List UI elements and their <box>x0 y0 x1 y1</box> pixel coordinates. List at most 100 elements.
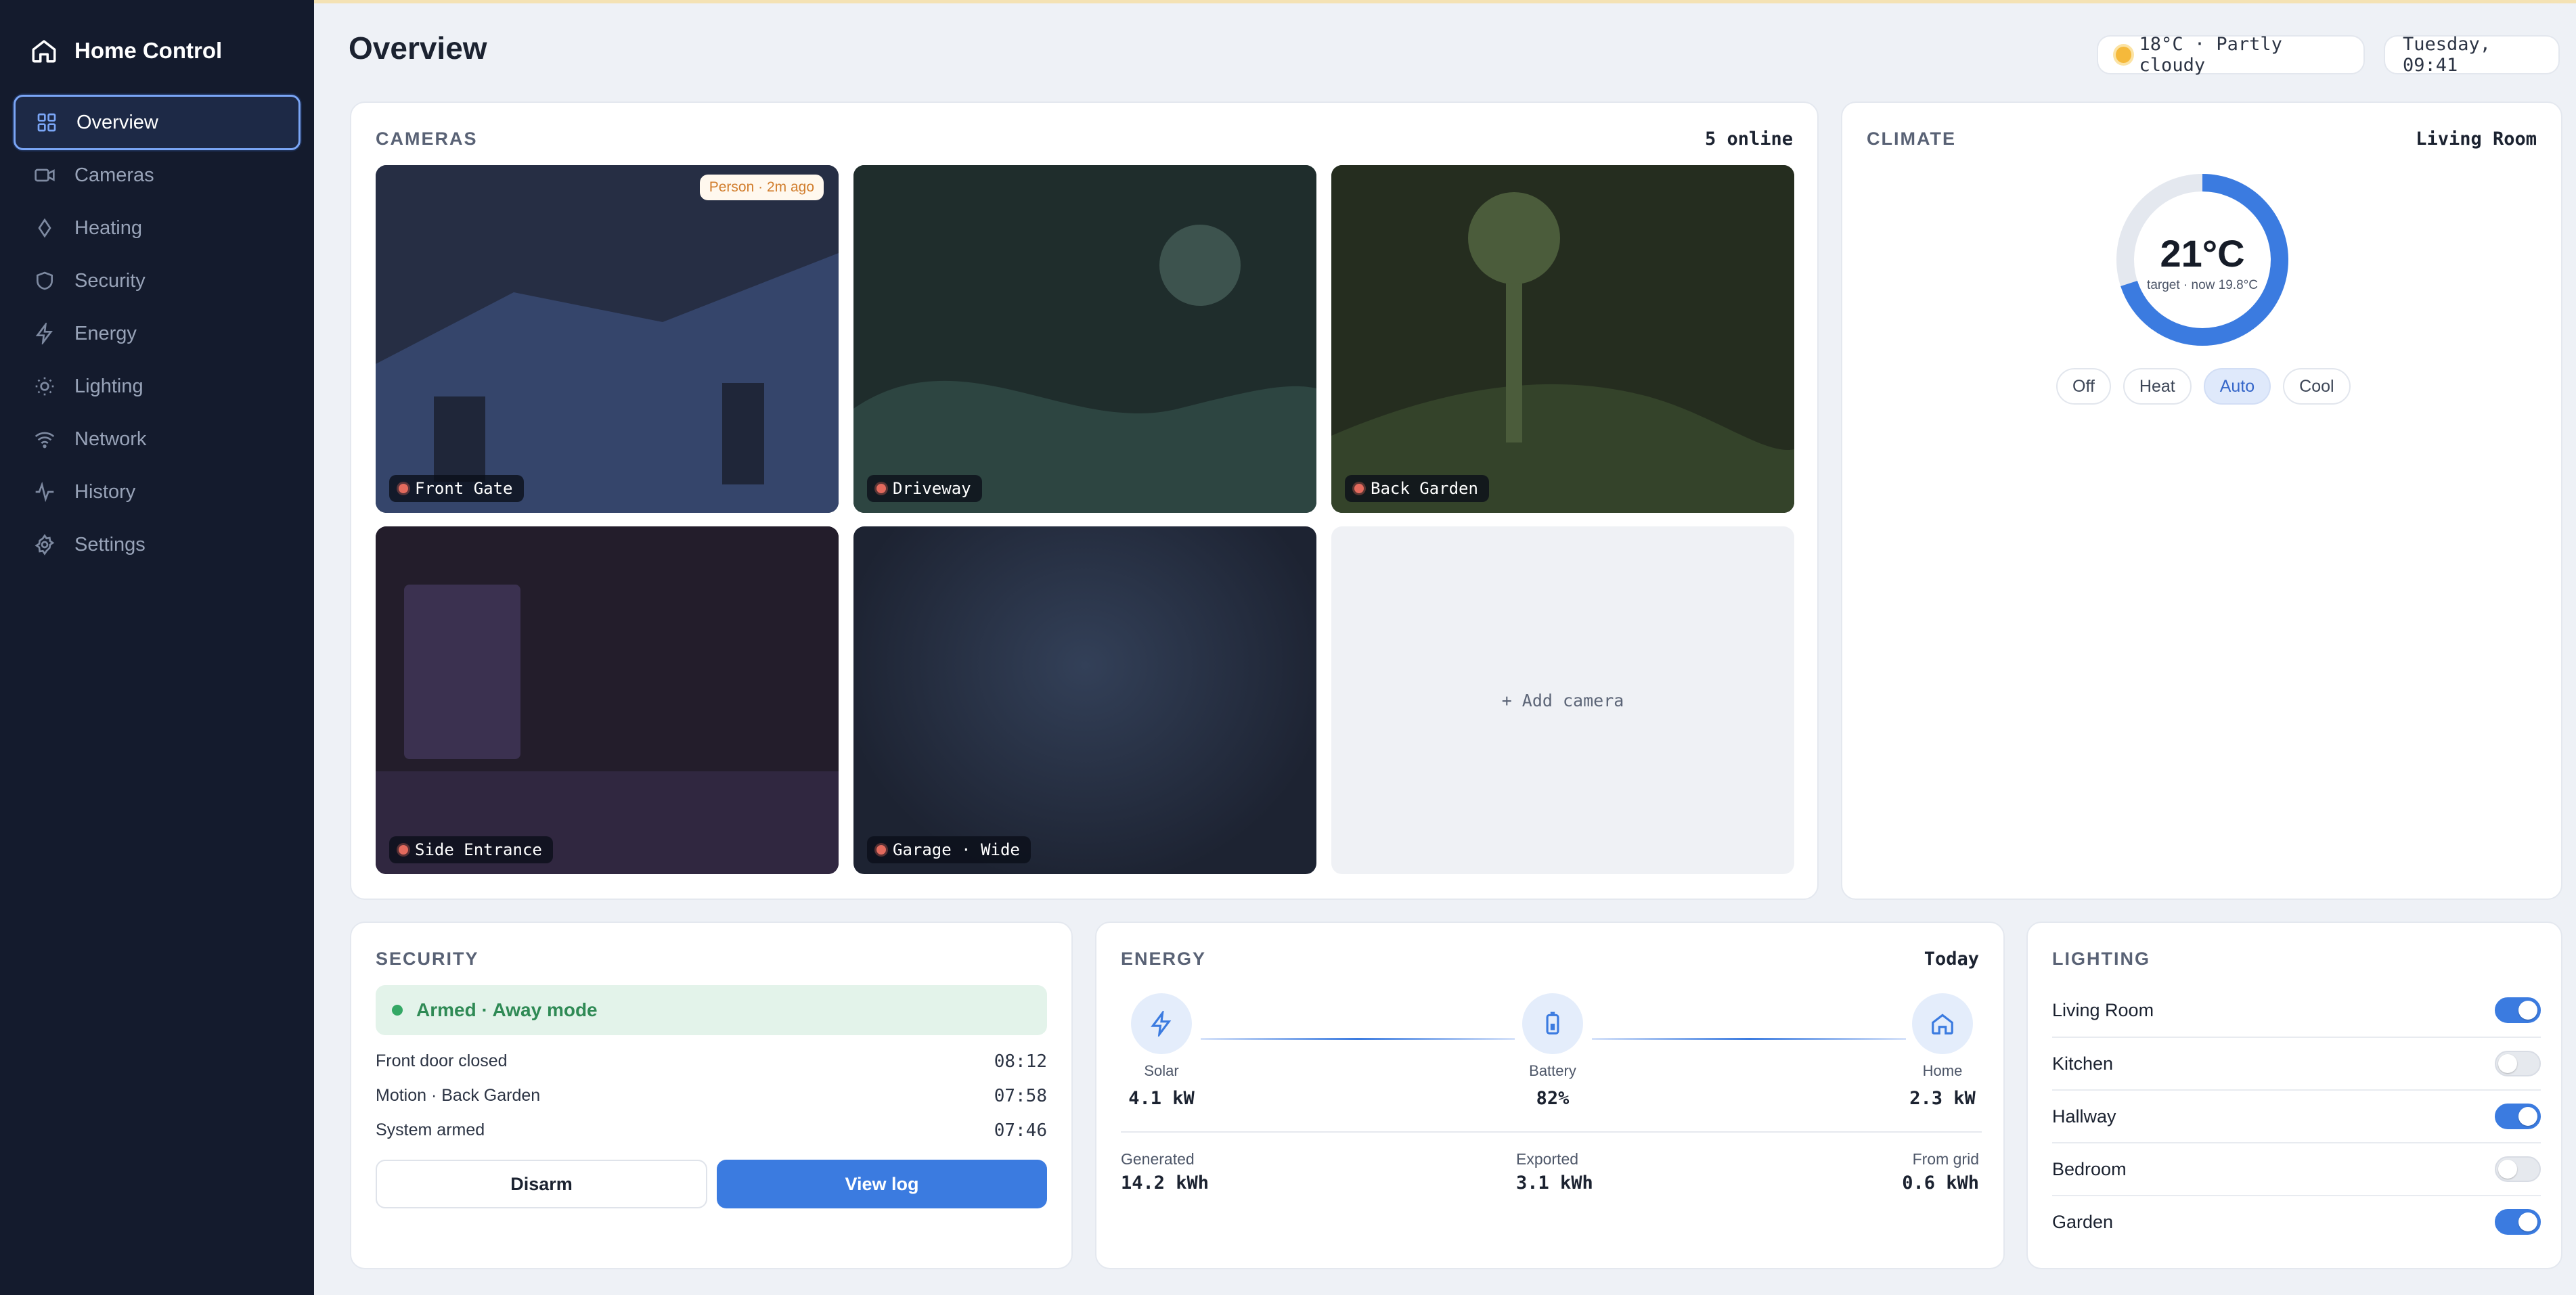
app-name: Home Control <box>74 38 223 63</box>
security-card: SECURITY Armed · Away mode Front door cl… <box>350 922 1073 1269</box>
activity-icon <box>35 481 54 503</box>
light-room-name: Living Room <box>2052 999 2154 1020</box>
light-room-name: Garden <box>2052 1211 2114 1232</box>
energy-flow-line <box>1592 1038 1906 1040</box>
light-row-bedroom: Bedroom <box>2052 1142 2541 1195</box>
sidebar-item-label: Settings <box>74 533 146 555</box>
cameras-card: CAMERAS 5 online Person · 2m ago Front G… <box>350 101 1819 900</box>
toggle-knob <box>2518 1212 2537 1231</box>
shield-icon <box>37 271 53 290</box>
camera-label: Side Entrance <box>389 836 553 863</box>
lighting-card: LIGHTING Living Room Kitchen Hallway Bed… <box>2026 922 2562 1269</box>
node-icon-wrap <box>1131 993 1192 1054</box>
event-time: 07:46 <box>994 1120 1047 1141</box>
view-log-button[interactable]: View log <box>717 1160 1047 1208</box>
sidebar-item-network[interactable]: Network <box>14 411 301 467</box>
add-camera-button[interactable]: + Add camera <box>1331 526 1794 874</box>
energy-node-solar: Solar 4.1 kW <box>1121 993 1202 1109</box>
camera-name: Side Entrance <box>415 840 542 859</box>
light-toggle[interactable] <box>2495 1051 2541 1076</box>
light-toggle[interactable] <box>2495 1156 2541 1182</box>
sidebar-item-energy[interactable]: Energy <box>14 306 301 361</box>
stat-label: Generated <box>1121 1150 1195 1168</box>
event-label: System armed <box>376 1120 485 1139</box>
alarm-status-text: Armed · Away mode <box>416 999 598 1020</box>
datetime-chip: Tuesday, 09:41 <box>2384 34 2560 76</box>
light-row-hallway: Hallway <box>2052 1089 2541 1142</box>
card-title: SECURITY <box>376 949 479 969</box>
camera-feed-front-gate[interactable]: Person · 2m ago Front Gate <box>376 165 839 513</box>
sidebar-item-overview[interactable]: Overview <box>14 95 301 150</box>
event-time: 08:12 <box>994 1051 1047 1072</box>
node-value: 4.1 kW <box>1128 1088 1195 1109</box>
grid-icon <box>37 113 56 132</box>
mode-auto-button[interactable]: Auto <box>2203 368 2271 405</box>
sun-icon <box>35 377 54 396</box>
weather-chip[interactable]: 18°C · Partly cloudy <box>2097 34 2365 76</box>
sidebar-item-heating[interactable]: Heating <box>14 200 301 256</box>
energy-flow-line <box>1201 1038 1515 1040</box>
stat-value: 0.6 kWh <box>1902 1173 1979 1194</box>
alarm-status-banner: Armed · Away mode <box>376 985 1047 1035</box>
status-dot-icon <box>392 1005 403 1016</box>
node-name: Solar <box>1144 1062 1179 1079</box>
energy-period[interactable]: Today <box>1924 949 1979 970</box>
home-icon <box>1932 1014 1953 1035</box>
camera-label: Front Gate <box>389 475 524 502</box>
light-row-kitchen: Kitchen <box>2052 1037 2541 1089</box>
page-title: Overview <box>349 30 487 66</box>
light-room-name: Hallway <box>2052 1106 2116 1127</box>
light-toggle[interactable] <box>2495 997 2541 1023</box>
camera-name: Back Garden <box>1371 479 1478 498</box>
climate-room[interactable]: Living Room <box>2416 129 2537 150</box>
sidebar-item-lighting[interactable]: Lighting <box>14 359 301 414</box>
stat-label: Exported <box>1516 1150 1579 1168</box>
security-event-row: Front door closed 08:12 <box>376 1051 1047 1072</box>
recording-dot-icon <box>876 845 886 855</box>
mode-off-button[interactable]: Off <box>2056 368 2111 405</box>
node-value: 2.3 kW <box>1909 1088 1976 1109</box>
temperature-subtext: target · now 19.8°C <box>2147 278 2258 292</box>
camera-scene <box>376 165 839 513</box>
sidebar-item-settings[interactable]: Settings <box>14 517 301 572</box>
camera-feed-garage-wide[interactable]: Garage · Wide <box>853 526 1316 874</box>
security-event-row: Motion · Back Garden 07:58 <box>376 1086 1047 1106</box>
stat-value: 3.1 kWh <box>1516 1173 1593 1194</box>
energy-node-battery: Battery 82% <box>1512 993 1593 1109</box>
disarm-button[interactable]: Disarm <box>376 1160 707 1208</box>
energy-stat-generated: Generated 14.2 kWh <box>1121 1150 1209 1194</box>
card-title: ENERGY <box>1121 949 1207 969</box>
sidebar-item-security[interactable]: Security <box>14 253 301 309</box>
light-room-name: Kitchen <box>2052 1053 2114 1074</box>
node-name: Battery <box>1529 1062 1576 1079</box>
camera-feed-driveway[interactable]: Driveway <box>853 165 1316 513</box>
sidebar: Home Control Overview Cameras Heating Se… <box>0 0 314 1295</box>
sun-icon <box>2116 47 2131 63</box>
sidebar-item-label: Heating <box>74 217 142 239</box>
recording-dot-icon <box>876 484 886 493</box>
event-label: Front door closed <box>376 1051 508 1070</box>
brand[interactable]: Home Control <box>30 35 222 66</box>
card-title: CAMERAS <box>376 129 478 149</box>
light-toggle[interactable] <box>2495 1209 2541 1235</box>
sidebar-item-cameras[interactable]: Cameras <box>14 147 301 203</box>
recording-dot-icon <box>399 484 408 493</box>
toggle-knob <box>2498 1054 2517 1073</box>
camera-feed-side-entrance[interactable]: Side Entrance <box>376 526 839 874</box>
energy-card: ENERGY Today Solar 4.1 kW Battery 82% Ho… <box>1095 922 2005 1269</box>
camera-feed-back-garden[interactable]: Back Garden <box>1331 165 1794 513</box>
camera-name: Driveway <box>893 479 971 498</box>
camera-label: Driveway <box>867 475 982 502</box>
light-toggle[interactable] <box>2495 1104 2541 1129</box>
datetime-text: Tuesday, 09:41 <box>2403 34 2491 76</box>
detection-badge: Person · 2m ago <box>699 175 824 200</box>
recording-dot-icon <box>399 845 408 855</box>
mode-heat-button[interactable]: Heat <box>2123 368 2192 405</box>
sidebar-item-history[interactable]: History <box>14 464 301 520</box>
bolt-icon <box>35 323 53 344</box>
camera-scene <box>376 526 839 874</box>
sidebar-item-label: Network <box>74 428 147 450</box>
card-title: CLIMATE <box>1867 129 1956 149</box>
stat-value: 14.2 kWh <box>1121 1173 1209 1194</box>
mode-cool-button[interactable]: Cool <box>2283 368 2351 405</box>
